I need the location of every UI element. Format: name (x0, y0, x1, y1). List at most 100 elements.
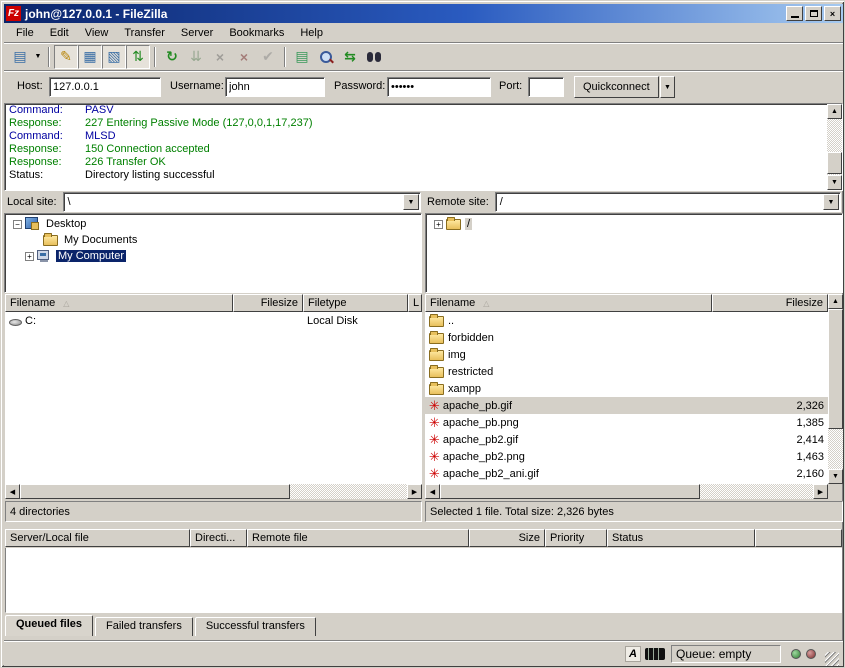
toggle-transfer-queue-button[interactable]: ⇅ (126, 45, 150, 69)
cancel-operation-button[interactable]: × (208, 45, 232, 69)
column-size[interactable]: Size (469, 529, 545, 547)
local-file-list[interactable]: C: Local Disk (5, 312, 422, 484)
refresh-button[interactable]: ↻ (160, 45, 184, 69)
column-status[interactable]: Status (607, 529, 755, 547)
column-remote-file[interactable]: Remote file (247, 529, 469, 547)
close-button[interactable]: × (824, 6, 841, 21)
column-priority[interactable]: Priority (545, 529, 607, 547)
datatype-ascii-icon[interactable]: A (625, 646, 641, 662)
tab-successful-transfers[interactable]: Successful transfers (195, 617, 316, 636)
quickconnect-dropdown[interactable]: ▼ (660, 76, 675, 98)
column-filename[interactable]: Filename△ (425, 294, 712, 312)
remote-file-row[interactable]: ✳apache_pb2.gif2,414 (425, 431, 828, 448)
tree-item-desktop[interactable]: − Desktop (5, 216, 421, 232)
tab-queued-files[interactable]: Queued files (5, 615, 93, 636)
scroll-left-icon[interactable]: ◀ (5, 484, 20, 499)
disconnect-button[interactable]: × (232, 45, 256, 69)
scrollbar-thumb[interactable] (827, 152, 842, 174)
menu-edit[interactable]: Edit (42, 25, 77, 41)
scroll-down-icon[interactable]: ▼ (828, 469, 843, 484)
toggle-local-tree-button[interactable]: ▦ (78, 45, 102, 69)
menu-server[interactable]: Server (173, 25, 221, 41)
maximize-button[interactable] (805, 6, 822, 21)
host-input[interactable] (49, 77, 161, 97)
remote-site-combo[interactable]: / ▼ (495, 192, 841, 212)
local-file-row[interactable]: C: Local Disk (5, 312, 422, 329)
menu-view[interactable]: View (77, 25, 117, 41)
collapse-icon[interactable]: − (13, 220, 22, 229)
remote-file-row[interactable]: xampp (425, 380, 828, 397)
tree-item-root[interactable]: + / (426, 216, 842, 232)
expand-icon[interactable]: + (25, 252, 34, 261)
remote-file-row[interactable]: restricted (425, 363, 828, 380)
remote-file-list[interactable]: .. forbidden img restricted xampp ✳apach… (425, 312, 828, 484)
scrollbar-thumb[interactable] (828, 309, 843, 429)
tree-label[interactable]: Desktop (44, 218, 88, 230)
toolbar-separator (284, 47, 286, 67)
remote-file-row[interactable]: ✳apache_pb2_ani.gif2,160 (425, 465, 828, 482)
toggle-remote-tree-button[interactable]: ▧ (102, 45, 126, 69)
scroll-right-icon[interactable]: ▶ (407, 484, 422, 499)
port-input[interactable] (528, 77, 564, 97)
password-input[interactable] (387, 77, 491, 97)
remote-hscrollbar[interactable]: ◀ ▶ (425, 484, 828, 499)
username-input[interactable] (225, 77, 325, 97)
column-filesize[interactable]: Filesize (712, 294, 828, 312)
quickconnect-button[interactable]: Quickconnect (574, 76, 659, 98)
expand-icon[interactable]: + (434, 220, 443, 229)
tree-item-my-computer[interactable]: + My Computer (5, 248, 421, 264)
tree-label[interactable]: My Computer (56, 250, 126, 262)
toggle-message-log-button[interactable]: ✎ (54, 45, 78, 69)
remote-file-row-selected[interactable]: ✳apache_pb.gif2,326 (425, 397, 828, 414)
tree-label[interactable]: / (465, 218, 472, 230)
scroll-down-icon[interactable]: ▼ (827, 175, 842, 190)
file-type: Local Disk (307, 315, 358, 327)
log-scrollbar[interactable]: ▲ ▼ (827, 104, 842, 190)
column-filetype[interactable]: Filetype (303, 294, 408, 312)
remote-vscrollbar[interactable]: ▲ ▼ (828, 294, 843, 484)
scroll-up-icon[interactable]: ▲ (828, 294, 843, 309)
column-label: Filesize (786, 297, 823, 309)
column-filesize[interactable]: Filesize (233, 294, 303, 312)
scrollbar-thumb[interactable] (20, 484, 290, 499)
minimize-button[interactable] (786, 6, 803, 21)
scroll-left-icon[interactable]: ◀ (425, 484, 440, 499)
remote-file-row[interactable]: img (425, 346, 828, 363)
synchronized-browsing-button[interactable]: ⇆ (338, 45, 362, 69)
filter-button[interactable]: ▤ (290, 45, 314, 69)
menu-bookmarks[interactable]: Bookmarks (221, 25, 292, 41)
resize-grip[interactable] (825, 652, 839, 666)
title-bar[interactable]: Fz john@127.0.0.1 - FileZilla × (4, 4, 843, 23)
file-search-button[interactable] (314, 45, 338, 69)
column-last-modified[interactable]: L (408, 294, 422, 312)
menu-help[interactable]: Help (292, 25, 331, 41)
tree-item-my-documents[interactable]: My Documents (5, 232, 421, 248)
column-server-local-file[interactable]: Server/Local file (5, 529, 190, 547)
process-queue-button[interactable]: ⇊ (184, 45, 208, 69)
combo-arrow-icon[interactable]: ▼ (403, 194, 419, 210)
remote-file-row[interactable]: ✳apache_pb2.png1,463 (425, 448, 828, 465)
remote-file-row[interactable]: ✳apache_pb.png1,385 (425, 414, 828, 431)
scroll-up-icon[interactable]: ▲ (827, 104, 842, 119)
local-hscrollbar[interactable]: ◀ ▶ (5, 484, 422, 499)
site-manager-button[interactable]: ▤ (8, 45, 32, 69)
message-log[interactable]: Command:PASV Response:227 Entering Passi… (4, 103, 843, 191)
combo-arrow-icon[interactable]: ▼ (823, 194, 839, 210)
directory-comparison-button[interactable] (362, 45, 386, 69)
remote-file-row[interactable]: .. (425, 312, 828, 329)
column-direction[interactable]: Directi... (190, 529, 247, 547)
scrollbar-thumb[interactable] (440, 484, 700, 499)
speedlimit-indicator-icon[interactable] (645, 648, 665, 660)
remote-file-row[interactable]: forbidden (425, 329, 828, 346)
column-filename[interactable]: Filename△ (5, 294, 233, 312)
menu-transfer[interactable]: Transfer (116, 25, 173, 41)
tree-label[interactable]: My Documents (62, 234, 139, 246)
reconnect-button[interactable]: ✔ (256, 45, 280, 69)
local-site-combo[interactable]: \ ▼ (63, 192, 421, 212)
site-manager-dropdown[interactable]: ▼ (32, 45, 44, 69)
remote-site-row: Remote site: / ▼ (427, 191, 841, 213)
scroll-right-icon[interactable]: ▶ (813, 484, 828, 499)
queue-list[interactable] (5, 548, 842, 613)
tab-failed-transfers[interactable]: Failed transfers (95, 617, 193, 636)
menu-file[interactable]: File (8, 25, 42, 41)
